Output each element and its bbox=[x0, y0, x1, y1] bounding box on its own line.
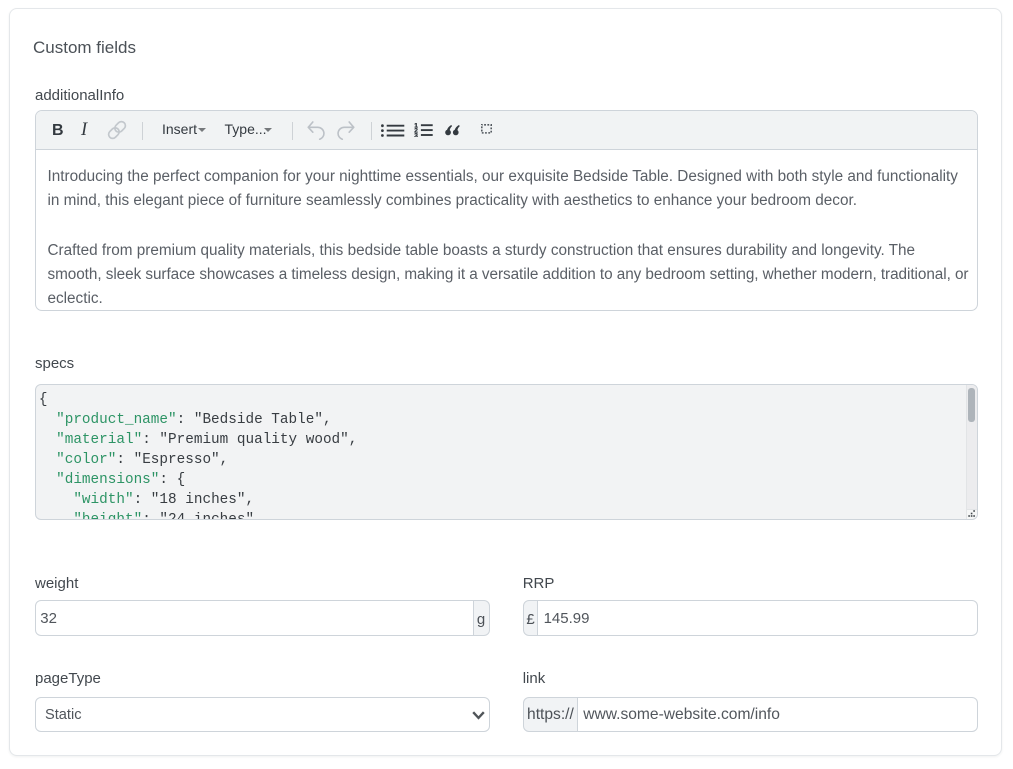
svg-text:3: 3 bbox=[414, 133, 418, 138]
